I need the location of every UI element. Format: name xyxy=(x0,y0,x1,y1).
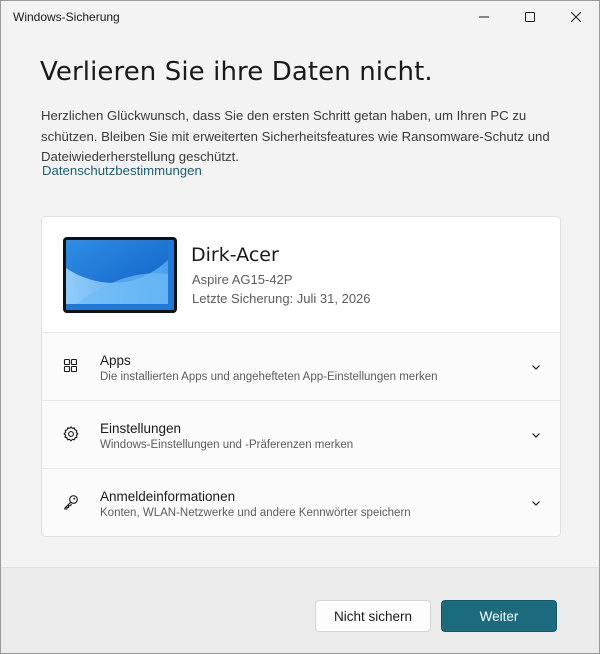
chevron-down-icon xyxy=(532,501,540,506)
section-title: Anmeldeinformationen xyxy=(100,489,236,504)
chevron-down-icon xyxy=(532,433,540,438)
description-text: Herzlichen Glückwunsch, dass Sie den ers… xyxy=(41,108,550,164)
footer-bar: Nicht sichern Weiter xyxy=(1,567,599,653)
title-bar[interactable]: Windows-Sicherung xyxy=(1,1,599,33)
maximize-button[interactable] xyxy=(507,1,553,33)
device-info: Dirk-Acer Aspire AG15-42P Letzte Sicheru… xyxy=(42,217,560,333)
apps-icon xyxy=(63,358,78,373)
main-content: Verlieren Sie ihre Daten nicht. Herzlich… xyxy=(1,33,599,567)
wallpaper-icon xyxy=(66,240,168,304)
section-subtitle: Windows-Einstellungen und -Präferenzen m… xyxy=(100,439,354,451)
skip-backup-button[interactable]: Nicht sichern xyxy=(315,600,431,632)
section-settings[interactable]: Einstellungen Windows-Einstellungen und … xyxy=(42,401,560,469)
privacy-link[interactable]: Datenschutzbestimmungen xyxy=(42,163,202,178)
close-button[interactable] xyxy=(553,1,599,33)
minimize-button[interactable] xyxy=(461,1,507,33)
device-name: Dirk-Acer xyxy=(191,244,279,266)
section-subtitle: Konten, WLAN-Netzwerke und andere Kennwö… xyxy=(100,507,411,519)
page-title: Verlieren Sie ihre Daten nicht. xyxy=(40,57,433,87)
minimize-icon xyxy=(479,16,489,18)
last-backup-text: Letzte Sicherung: Juli 31, 2026 xyxy=(192,291,371,306)
window-title: Windows-Sicherung xyxy=(13,10,120,24)
section-credentials[interactable]: Anmeldeinformationen Konten, WLAN-Netzwe… xyxy=(42,469,560,536)
backup-window: Windows-Sicherung Verlieren Sie ihre Dat… xyxy=(0,0,600,654)
close-icon xyxy=(571,12,581,22)
next-button[interactable]: Weiter xyxy=(441,600,557,632)
section-title: Apps xyxy=(100,353,131,368)
chevron-down-icon xyxy=(532,365,540,370)
key-icon xyxy=(64,495,78,510)
device-model: Aspire AG15-42P xyxy=(192,272,293,287)
maximize-icon xyxy=(525,12,535,22)
backup-card: Dirk-Acer Aspire AG15-42P Letzte Sicheru… xyxy=(41,216,561,537)
gear-icon xyxy=(63,426,79,442)
section-subtitle: Die installierten Apps und angehefteten … xyxy=(100,371,438,383)
laptop-image xyxy=(63,237,177,313)
section-title: Einstellungen xyxy=(100,421,182,436)
section-apps[interactable]: Apps Die installierten Apps und angeheft… xyxy=(42,333,560,401)
